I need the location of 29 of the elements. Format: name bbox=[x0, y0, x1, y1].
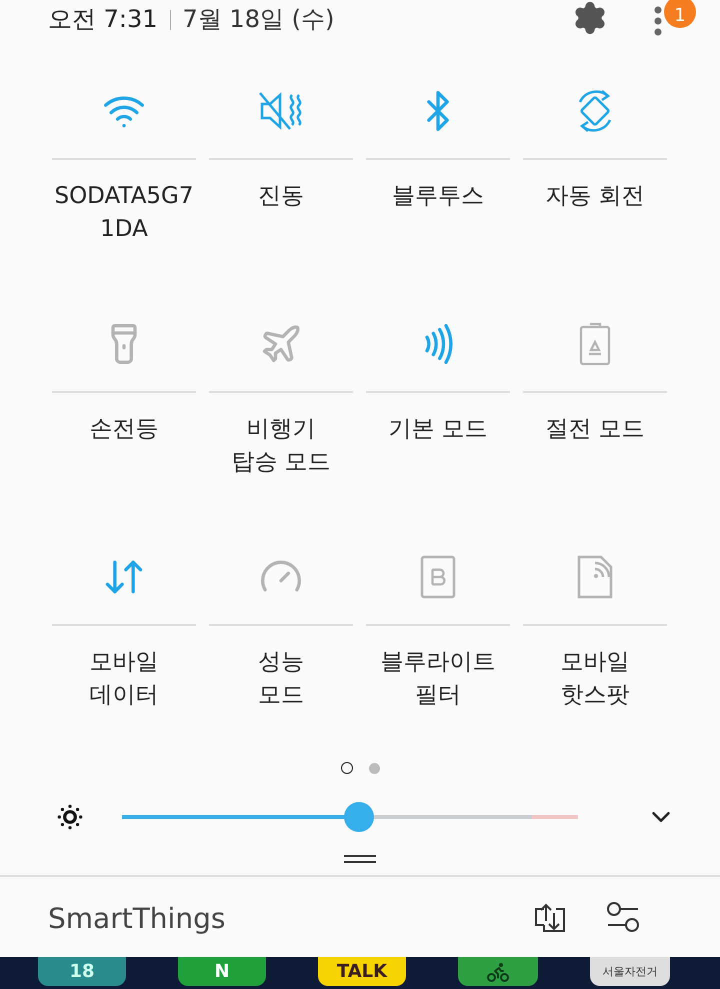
clock: 오전 7:31 bbox=[48, 4, 158, 35]
document-icon bbox=[420, 555, 456, 599]
calendar-app-icon[interactable]: 18 bbox=[38, 957, 126, 986]
muted-speaker-icon bbox=[258, 89, 304, 133]
tile-label[interactable]: 블루라이트 필터 bbox=[380, 646, 496, 712]
tile-label[interactable]: SODATA5G7 1DA bbox=[54, 180, 194, 246]
more-icon[interactable] bbox=[654, 6, 662, 36]
tile-label[interactable]: 진동 bbox=[258, 180, 304, 213]
bike-app-icon[interactable]: 서울자전거 bbox=[590, 957, 670, 986]
tile-label[interactable]: 모바일 핫스팟 bbox=[560, 646, 630, 712]
phone-signal-icon bbox=[577, 555, 613, 599]
tile-label[interactable]: 절전 모드 bbox=[545, 413, 645, 446]
tile-label[interactable]: 성능 모드 bbox=[258, 646, 304, 712]
footer-title: SmartThings bbox=[48, 901, 226, 935]
tile-label[interactable]: 기본 모드 bbox=[388, 413, 488, 446]
sliders-icon[interactable] bbox=[606, 901, 640, 933]
tile-label[interactable]: 비행기 탑승 모드 bbox=[231, 413, 331, 479]
date: 7월 18일 (수) bbox=[182, 4, 334, 35]
slider-thumb[interactable] bbox=[344, 802, 374, 832]
notification-badge: 1 bbox=[664, 0, 696, 28]
tile-label[interactable]: 블루투스 bbox=[392, 180, 484, 213]
tile-label[interactable]: 모바일 데이터 bbox=[90, 646, 158, 712]
tile-label[interactable]: 손전등 bbox=[90, 413, 158, 446]
battery-icon bbox=[579, 322, 611, 366]
talk-app-icon[interactable]: TALK bbox=[318, 957, 406, 986]
tile-label[interactable]: 자동 회전 bbox=[545, 180, 645, 213]
bike-app-icon[interactable] bbox=[458, 957, 538, 986]
device-switch-icon[interactable] bbox=[534, 901, 566, 933]
drag-handle-icon[interactable] bbox=[344, 855, 376, 863]
